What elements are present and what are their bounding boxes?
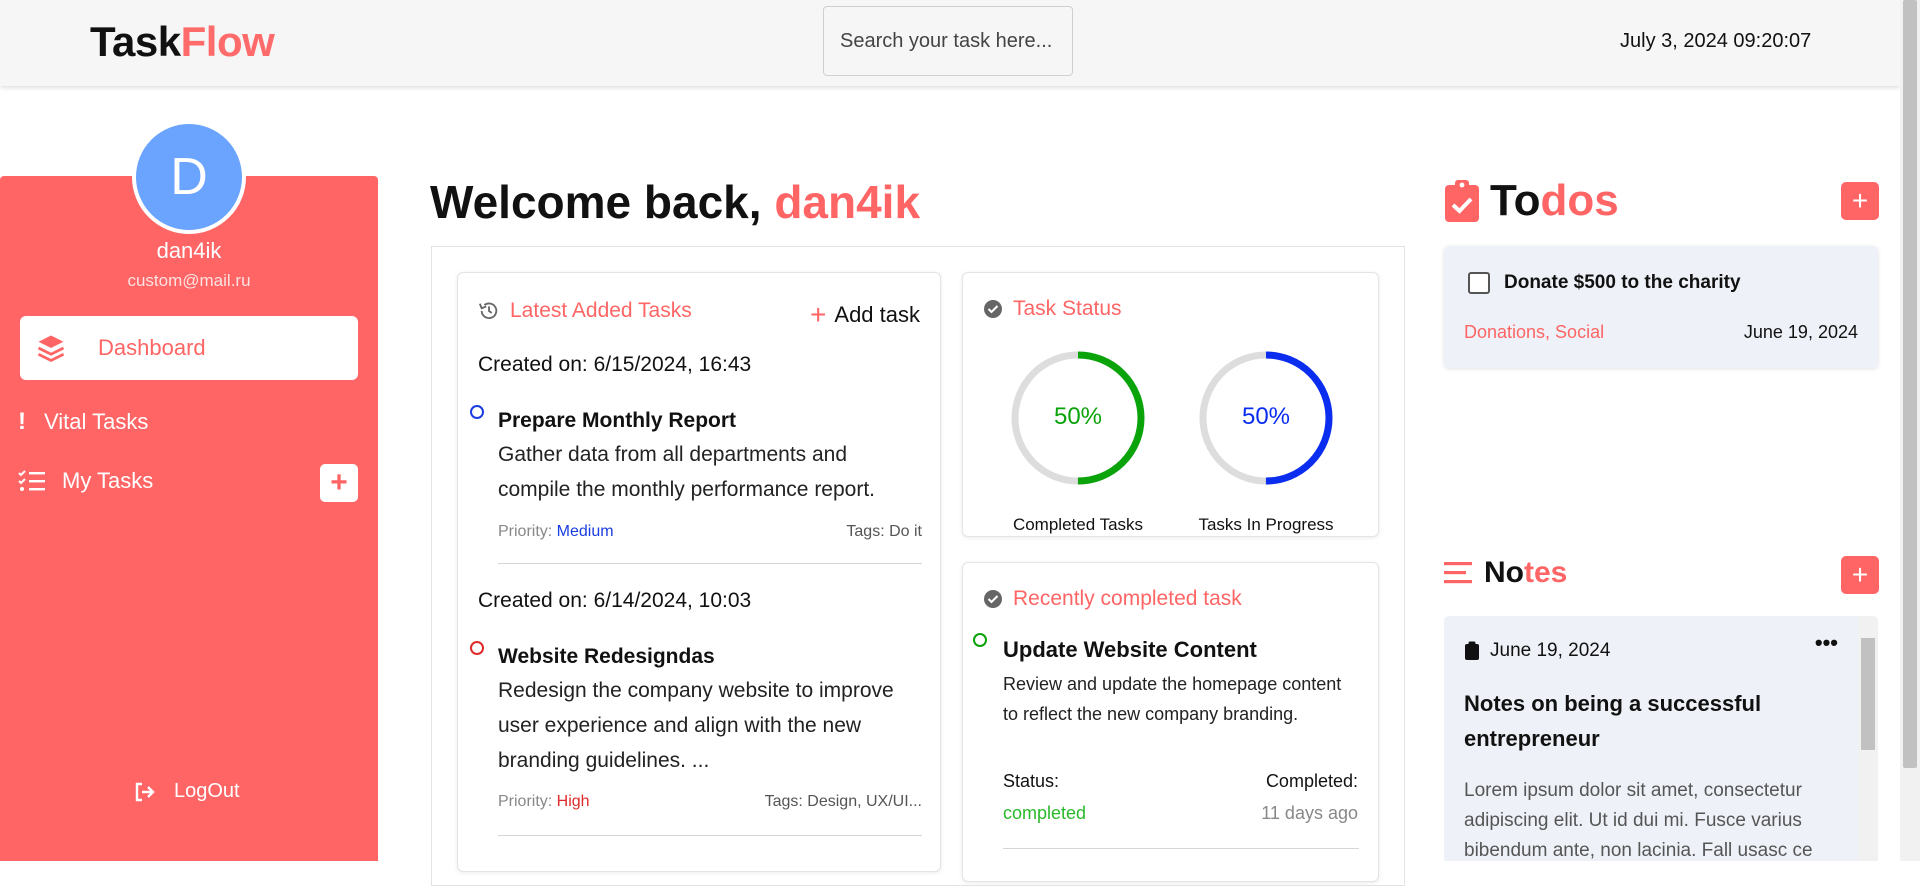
notes-list[interactable]: June 19, 2024 ••• Notes on being a succe…	[1444, 616, 1878, 861]
latest-tasks-title: Latest Added Tasks	[510, 299, 692, 322]
top-bar: TaskFlow July 3, 2024 09:20:07	[0, 0, 1900, 86]
in-progress-percentage: 50%	[1241, 403, 1291, 430]
add-todo-button[interactable]: +	[1841, 182, 1879, 220]
task-created-date: Created on: 6/14/2024, 10:03	[478, 589, 752, 612]
note-body: Lorem ipsum dolor sit amet, consectetur …	[1464, 780, 1813, 861]
logo-part-task: Task	[90, 18, 181, 65]
todos-title-part2: dos	[1540, 176, 1619, 225]
layers-icon	[37, 335, 65, 363]
recent-task-description: Review and update the homepage content t…	[1003, 674, 1342, 724]
completed-label: Completed:	[1265, 771, 1358, 791]
sidebar-email: custom@mail.ru	[127, 271, 251, 290]
priority-value: Medium	[556, 523, 614, 540]
task-meta: Priority: High Tags: Design, UX/UI...	[498, 793, 922, 811]
task-created-date: Created on: 6/15/2024, 16:43	[478, 353, 752, 376]
menu-lines-icon	[1444, 562, 1472, 584]
task-title[interactable]: Website Redesigndas	[498, 645, 715, 669]
priority-label: Priority:	[498, 793, 557, 810]
status-dot	[973, 633, 987, 647]
task-tags: Tags: Do it	[846, 523, 922, 540]
recent-task-title[interactable]: Update Website Content	[1003, 637, 1257, 663]
in-progress-label: Tasks In Progress	[1198, 515, 1334, 534]
completed-percentage: 50%	[1053, 403, 1103, 430]
avatar[interactable]: D	[132, 120, 246, 234]
page-scrollbar[interactable]	[1900, 0, 1920, 861]
logout-button[interactable]: LogOut	[134, 780, 240, 803]
search-input[interactable]	[823, 6, 1073, 76]
task-description: Redesign the company website to improve …	[498, 679, 894, 772]
notes-heading: No tes	[1444, 556, 1567, 590]
more-options-icon[interactable]: •••	[1815, 630, 1838, 656]
sidebar-item-vital-tasks[interactable]: ! Vital Tasks	[18, 408, 148, 436]
logout-label: LogOut	[174, 780, 240, 802]
todo-title: Donate $500 to the charity	[1504, 272, 1741, 293]
note-date-text: June 19, 2024	[1490, 640, 1611, 661]
current-datetime: July 3, 2024 09:20:07	[1620, 30, 1812, 52]
recent-title: Recently completed task	[1013, 587, 1242, 610]
latest-tasks-heading: Latest Added Tasks	[478, 299, 692, 323]
task-priority: Priority: High	[498, 793, 590, 811]
sidebar-item-label: My Tasks	[62, 468, 154, 493]
app-logo[interactable]: TaskFlow	[90, 18, 275, 66]
sidebar-item-my-tasks[interactable]: My Tasks +	[18, 464, 358, 502]
notes-title-part1: No	[1484, 556, 1524, 589]
priority-dot	[470, 405, 484, 419]
check-circle-icon	[984, 590, 1002, 608]
status-label: Status:	[1003, 771, 1060, 791]
add-task-label: Add task	[834, 302, 920, 327]
exclamation-icon: !	[18, 408, 26, 435]
page-title: Welcome back, dan4ik	[430, 175, 920, 229]
logo-part-flow: Flow	[180, 18, 275, 65]
todo-checkbox[interactable]	[1468, 272, 1490, 294]
note-title[interactable]: Notes on being a successful entrepreneur	[1464, 686, 1844, 756]
sidebar-username: dan4ik	[156, 238, 222, 263]
todos-title-part1: To	[1490, 176, 1541, 225]
completed-tasks-label: Completed Tasks	[1012, 515, 1144, 534]
add-note-button[interactable]: +	[1841, 556, 1879, 594]
note-date: June 19, 2024	[1464, 640, 1610, 662]
sidebar-item-label: Vital Tasks	[44, 409, 149, 434]
task-priority: Priority: Medium	[498, 523, 614, 541]
list-check-icon	[18, 470, 45, 491]
logout-icon	[135, 782, 155, 801]
divider	[498, 835, 922, 836]
clipboard-check-icon	[1445, 180, 1479, 222]
task-title[interactable]: Prepare Monthly Report	[498, 409, 736, 433]
priority-label: Priority:	[498, 523, 557, 540]
status-value: completed	[1003, 803, 1087, 823]
task-meta: Priority: Medium Tags: Do it	[498, 523, 922, 541]
recently-completed-card: Recently completed task Update Website C…	[962, 562, 1379, 882]
divider	[498, 563, 922, 564]
notes-scrollbar[interactable]	[1858, 616, 1878, 861]
notes-scrollbar-thumb[interactable]	[1861, 638, 1875, 750]
clipboard-icon	[1465, 641, 1479, 660]
scrollbar-thumb[interactable]	[1903, 0, 1917, 768]
todo-item[interactable]: Donate $500 to the charity Donations, So…	[1444, 246, 1878, 368]
priority-value: High	[556, 793, 590, 810]
todos-heading: To dos	[1444, 176, 1619, 226]
notes-title-part2: tes	[1524, 556, 1568, 589]
history-icon	[478, 302, 498, 320]
check-circle-icon	[984, 300, 1002, 318]
latest-tasks-card: Latest Added Tasks + Add task Created on…	[457, 272, 941, 872]
add-my-task-button[interactable]: +	[320, 464, 358, 502]
completed-value: 11 days ago	[1261, 803, 1358, 823]
task-status-card: Task Status 50% Completed Tasks 50% Task…	[962, 272, 1379, 537]
sidebar-item-label: Dashboard	[98, 335, 206, 360]
welcome-prefix: Welcome back,	[430, 176, 775, 228]
sidebar-item-dashboard[interactable]: Dashboard	[20, 316, 358, 380]
welcome-username: dan4ik	[774, 176, 921, 228]
add-task-button[interactable]: + Add task	[810, 299, 920, 331]
task-description: Gather data from all departments and com…	[498, 443, 876, 501]
task-status-title: Task Status	[1013, 297, 1122, 320]
todo-tags: Donations, Social	[1464, 322, 1605, 342]
recent-heading: Recently completed task	[983, 587, 1242, 611]
plus-icon: +	[810, 299, 827, 330]
divider	[1003, 848, 1359, 849]
todo-date: June 19, 2024	[1743, 322, 1858, 342]
task-tags: Tags: Design, UX/UI...	[764, 793, 922, 810]
priority-dot	[470, 641, 484, 655]
task-status-heading: Task Status	[983, 297, 1122, 321]
